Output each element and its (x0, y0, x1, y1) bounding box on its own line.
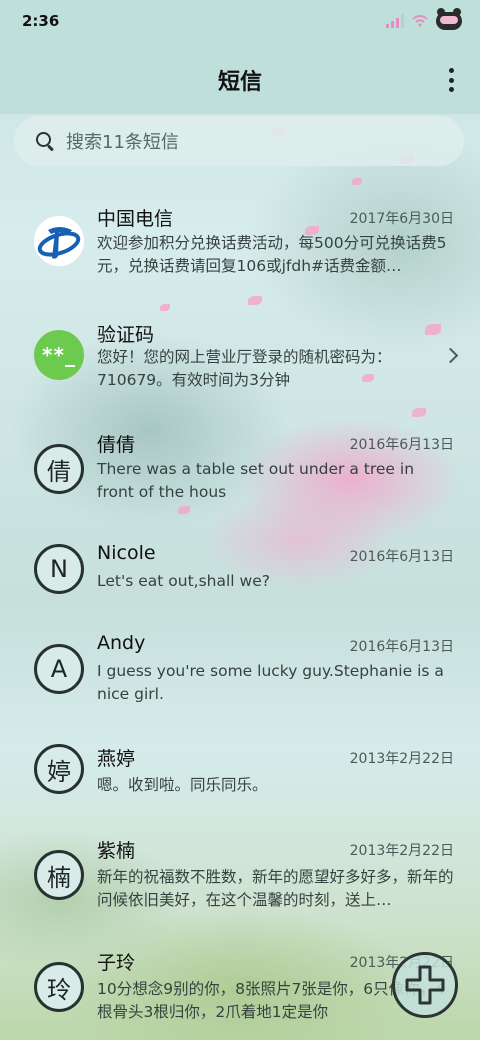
list-item[interactable]: **_ 验证码 您好！您的网上营业厅登录的随机密码为：710679。有效时间为3… (0, 316, 480, 416)
status-time: 2:36 (22, 12, 60, 30)
list-item[interactable]: A Andy 2016年6月13日 I guess you're some lu… (0, 632, 480, 732)
sender-name: 验证码 (97, 324, 155, 346)
message-preview: 您好！您的网上营业厅登录的随机密码为：710679。有效时间为3分钟 (97, 348, 392, 389)
message-preview: 嗯。收到啦。同乐同乐。 (97, 776, 268, 794)
battery-bear-icon (436, 8, 462, 30)
avatar: N (34, 544, 84, 594)
message-preview: Let's eat out,shall we? (97, 572, 270, 590)
message-preview: 欢迎参加积分兑换话费活动，每500分可兑换话费5元，兑换话费请回复106或jfd… (97, 234, 447, 275)
list-item[interactable]: 中国电信 2017年6月30日 欢迎参加积分兑换话费活动，每500分可兑换话费5… (0, 188, 480, 288)
list-item[interactable]: 倩 倩倩 2016年6月13日 There was a table set ou… (0, 428, 480, 528)
search-placeholder: 搜索11条短信 (66, 132, 179, 153)
app-bar: 短信 (0, 44, 480, 114)
petal-decoration (248, 296, 262, 305)
list-item[interactable]: 楠 紫楠 2013年2月22日 新年的祝福数不胜数，新年的愿望好多好多，新年的问… (0, 836, 480, 936)
avatar: 婷 (34, 744, 84, 794)
message-date: 2016年6月13日 (349, 639, 454, 655)
avatar: 倩 (34, 444, 84, 494)
message-date: 2013年2月22日 (349, 843, 454, 859)
message-date: 2017年6月30日 (349, 211, 454, 227)
new-message-button[interactable] (392, 952, 458, 1018)
list-item[interactable]: N Nicole 2016年6月13日 Let's eat out,shall … (0, 542, 480, 622)
petal-decoration (160, 304, 170, 311)
more-options-icon[interactable] (448, 68, 454, 92)
china-telecom-logo-icon (34, 216, 84, 266)
avatar: 玲 (34, 962, 84, 1012)
signal-icon (386, 14, 404, 28)
plus-icon (405, 965, 445, 1005)
message-date: 2016年6月13日 (349, 437, 454, 453)
avatar: A (34, 644, 84, 694)
avatar: 楠 (34, 850, 84, 900)
sender-name: 倩倩 (97, 434, 136, 456)
list-item[interactable]: 婷 燕婷 2013年2月22日 嗯。收到啦。同乐同乐。 (0, 744, 480, 824)
sender-name: 子玲 (97, 952, 136, 974)
wifi-icon (412, 15, 428, 27)
page-title: 短信 (217, 70, 262, 95)
search-icon (36, 132, 54, 150)
sender-name: Andy (97, 632, 146, 654)
message-date: 2016年6月13日 (349, 549, 454, 565)
message-preview: There was a table set out under a tree i… (97, 460, 415, 501)
verification-code-avatar: **_ (34, 330, 84, 380)
message-date: 2013年2月22日 (349, 751, 454, 767)
message-preview: I guess you're some lucky guy.Stephanie … (97, 662, 444, 703)
sender-name: 燕婷 (97, 748, 136, 770)
message-preview: 新年的祝福数不胜数，新年的愿望好多好多，新年的问候依旧美好，在这个温馨的时刻，送… (97, 868, 454, 909)
search-input[interactable]: 搜索11条短信 (14, 116, 464, 166)
chevron-right-icon[interactable] (442, 347, 459, 364)
status-icons (386, 8, 462, 32)
status-bar: 2:36 (0, 0, 480, 44)
petal-decoration (352, 178, 362, 185)
sender-name: 紫楠 (97, 840, 136, 862)
sender-name: Nicole (97, 542, 156, 564)
sender-name: 中国电信 (97, 208, 174, 230)
